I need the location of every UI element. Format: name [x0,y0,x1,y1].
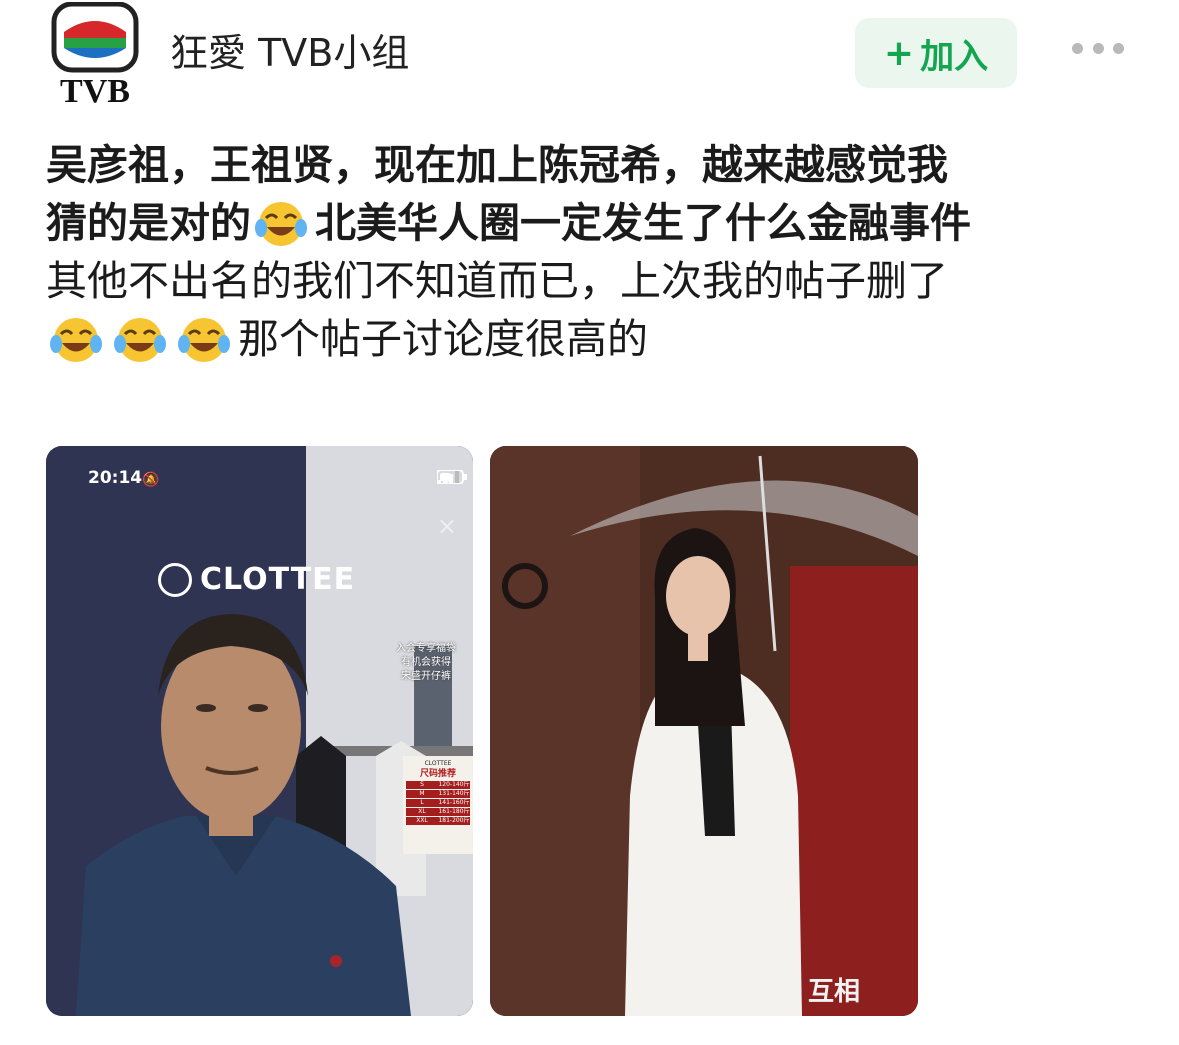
size-weight: 181-200斤 [438,817,470,824]
mute-bell-icon: 🔕 [142,472,160,488]
size-label: XL [418,808,426,815]
post-line-2: 猜的是对的 北美华人圈一定发生了什么金融事件 [46,194,1146,252]
more-options-icon[interactable] [1072,28,1124,68]
post-image-1[interactable]: 20:14 🔕 × CLOTTEE 入会专享福袋 有机会获得 宋盛开仔裤 CLO… [46,446,473,1016]
face-with-tears-of-joy-icon [50,318,102,362]
size-weight: 131-140斤 [438,790,470,797]
face-with-tears-of-joy-icon [255,202,307,246]
dot [1072,42,1083,54]
dot [1113,42,1124,54]
promo-line: 入会专享福袋 [396,643,456,654]
post-line-3: 其他不出名的我们不知道而已，上次我的帖子删了 [46,257,948,305]
post-image-2[interactable]: 互相 [490,446,918,1016]
size-row: S 120-140斤 [406,781,470,789]
size-chart-title: 尺码推荐 [419,769,456,779]
post-line-2-start: 猜的是对的 [46,199,251,247]
size-weight: 161-180斤 [438,808,470,815]
size-label: S [420,781,424,788]
promo-text: 入会专享福袋 有机会获得 宋盛开仔裤 [385,642,467,684]
post-line-4: 那个帖子讨论度很高的 [46,310,1146,368]
face-with-tears-of-joy-icon [114,318,166,362]
size-label: L [420,799,424,806]
brand-text: CLOTTEE [200,562,356,597]
promo-line: 有机会获得 [401,657,451,668]
post-text: 吴彦祖，王祖贤，现在加上陈冠希，越来越感觉我 猜的是对的 北美华人圈一定发生了什… [46,136,1146,368]
tvb-logo[interactable]: TVB [50,1,140,110]
man-portrait-illustration [46,446,473,1016]
promo-line: 宋盛开仔裤 [401,671,451,682]
size-weight: 141-160斤 [438,799,470,806]
tvb-logo-icon: TVB [51,1,139,110]
post-line-4-text: 那个帖子讨论度很高的 [238,315,648,363]
join-label: 加入 [920,36,989,77]
plus-icon: + [883,32,915,74]
size-label: XXL [416,817,428,824]
post-line-1: 吴彦祖，王祖贤，现在加上陈冠希，越来越感觉我 [46,141,948,189]
woman-with-umbrella-illustration [490,446,918,1016]
battery-icon [437,470,467,484]
close-icon[interactable]: × [437,512,457,540]
size-chart-card: CLOTTEE 尺码推荐 S 120-140斤 M 131-140斤 L 141-16… [403,756,473,854]
watermark-text: 互相 [808,977,861,1007]
dot [1092,42,1104,54]
size-row: XL 161-180斤 [406,808,470,816]
face-with-tears-of-joy-icon [178,318,230,362]
size-chart-brand: CLOTTEE [424,760,452,767]
size-row: M 131-140斤 [406,790,470,798]
tvb-logo-text: TVB [60,73,130,108]
size-label: M [419,790,425,797]
size-row: L 141-160斤 [406,799,470,807]
size-row: XXL 181-200斤 [406,817,470,825]
post-line-2-end: 北美华人圈一定发生了什么金融事件 [315,199,971,247]
status-time: 20:14 [88,468,143,488]
clottee-logo-icon [158,562,192,597]
size-weight: 120-140斤 [438,781,470,788]
join-button[interactable]: + 加入 [855,18,1017,88]
clottee-brand: CLOTTEE [158,562,355,597]
group-header: TVB 狂愛 TVB小组 + 加入 [0,0,1179,120]
group-name[interactable]: 狂愛 TVB小组 [170,28,409,78]
